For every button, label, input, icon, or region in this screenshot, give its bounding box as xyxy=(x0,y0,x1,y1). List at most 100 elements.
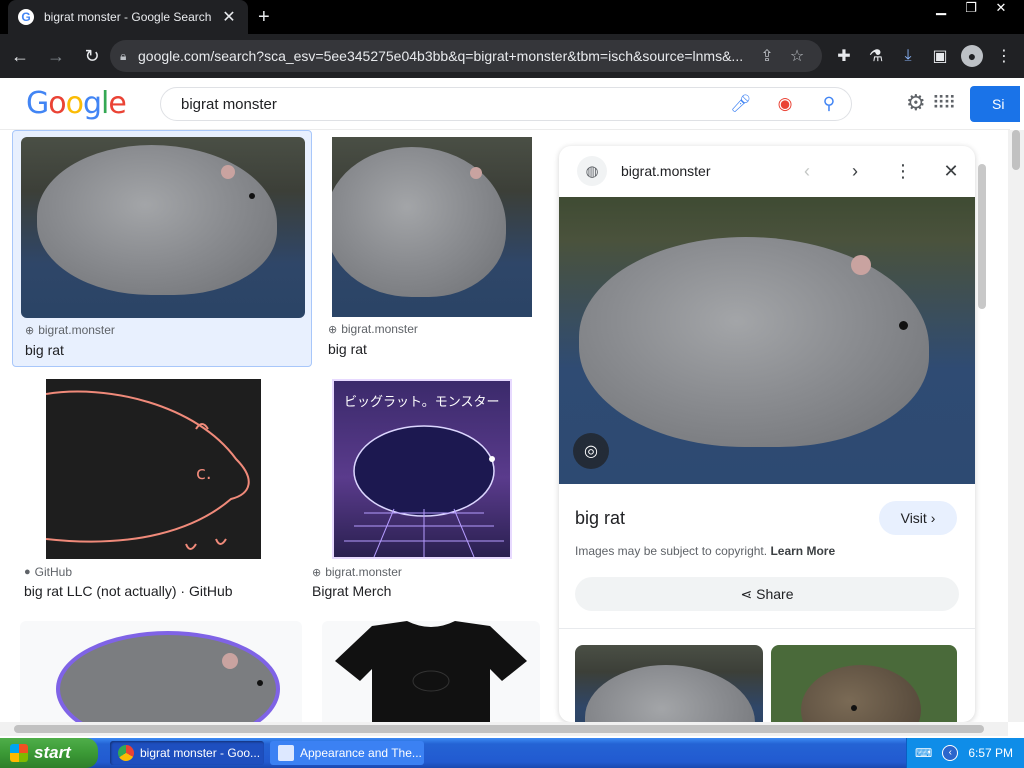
search-magnifier-icon[interactable]: ⚲ xyxy=(807,94,851,114)
result-thumbnail[interactable]: ビッグラット。モンスター xyxy=(332,379,512,559)
panel-scroll-thumb[interactable] xyxy=(978,164,986,309)
clock: 6:57 PM xyxy=(968,746,1014,760)
windows-taskbar: start bigrat monster - Goo... Appearance… xyxy=(0,738,1024,768)
close-window-icon[interactable]: ✕ xyxy=(986,0,1016,18)
google-logo-letter: e xyxy=(108,86,126,121)
image-result-card[interactable]: c. ● GitHub big rat LLC (not actually) ·… xyxy=(12,374,302,602)
google-favicon-icon: G xyxy=(18,9,34,25)
tray-arrow-icon[interactable]: ‹ xyxy=(942,745,959,761)
image-result-card[interactable] xyxy=(322,621,540,722)
panel-main-image[interactable]: ◎ xyxy=(559,197,975,484)
page-horizontal-scrollbar[interactable] xyxy=(0,722,1008,736)
reload-icon[interactable]: ↻ xyxy=(76,40,108,72)
horizontal-scroll-thumb[interactable] xyxy=(14,725,984,733)
extensions-icon[interactable]: ✚ xyxy=(828,40,860,72)
apps-grid-icon[interactable]: ⠿⠿ xyxy=(932,93,960,114)
settings-gear-icon[interactable]: ⚙ xyxy=(906,90,932,116)
start-button[interactable]: start xyxy=(0,738,98,768)
github-icon: ● xyxy=(24,566,31,578)
start-label: start xyxy=(34,743,71,762)
page-vertical-scrollbar[interactable] xyxy=(1008,130,1024,722)
google-logo[interactable]: Google xyxy=(26,86,127,121)
panel-header: ◍ bigrat.monster ‹ › ⋮ ✕ xyxy=(559,146,975,196)
previous-chevron-icon[interactable]: ‹ xyxy=(783,161,831,182)
result-thumbnail[interactable] xyxy=(21,137,305,318)
copyright-text: Images may be subject to copyright. xyxy=(575,544,768,558)
visit-button[interactable]: Visit › xyxy=(879,501,957,535)
result-thumbnail[interactable] xyxy=(332,137,532,317)
result-title[interactable]: big rat xyxy=(25,342,64,358)
labs-flask-icon[interactable]: ⚗ xyxy=(860,40,892,72)
panel-image-title[interactable]: big rat xyxy=(575,508,625,529)
result-source[interactable]: ● GitHub xyxy=(24,565,72,579)
google-logo-letter: o xyxy=(48,86,66,121)
lock-icon[interactable]: 🔒︎ xyxy=(120,49,138,64)
back-arrow-icon[interactable]: ← xyxy=(4,40,36,72)
menu-kebab-icon[interactable]: ⋮ xyxy=(988,40,1020,72)
forward-arrow-icon[interactable]: → xyxy=(40,40,72,72)
sign-in-button[interactable]: Si xyxy=(970,86,1020,122)
google-logo-letter: G xyxy=(26,86,49,121)
address-bar[interactable]: 🔒︎ google.com/search?sca_esv=5ee345275e0… xyxy=(110,40,822,72)
image-result-card[interactable]: ビッグラット。モンスター ⊕ bigrat.monster Bigrat Mer… xyxy=(306,374,542,602)
close-panel-icon[interactable]: ✕ xyxy=(927,161,975,182)
google-lens-icon[interactable]: ◉ xyxy=(763,94,807,114)
share-button[interactable]: ⋖ Share xyxy=(575,577,959,611)
related-image[interactable] xyxy=(575,645,763,722)
minimize-icon[interactable]: ▁ xyxy=(926,0,956,18)
brown-rat-shape xyxy=(801,665,921,722)
globe-icon: ⊕ xyxy=(328,323,338,336)
browser-toolbar: ← → ↻ 🔒︎ google.com/search?sca_esv=5ee34… xyxy=(0,34,1024,78)
share-page-icon[interactable]: ⇪ xyxy=(752,46,782,66)
result-source[interactable]: ⊕ bigrat.monster xyxy=(312,565,402,579)
visual-search-lens-icon[interactable]: ◎ xyxy=(573,433,609,469)
new-tab-button[interactable]: + xyxy=(258,6,270,28)
panel-scrollbar[interactable] xyxy=(975,150,989,720)
source-name: GitHub xyxy=(34,565,73,579)
window-controls: ▁ ❐ ✕ xyxy=(926,0,1016,18)
image-result-card[interactable]: ⊕ bigrat.monster big rat xyxy=(12,130,312,367)
side-panel-icon[interactable]: ▣ xyxy=(924,40,956,72)
image-result-card[interactable]: ⊕ bigrat.monster big rat xyxy=(318,130,542,367)
cartoon-rat-thumbnail[interactable] xyxy=(20,621,302,722)
download-icon[interactable]: ⤓ xyxy=(892,40,924,72)
globe-icon: ⊕ xyxy=(25,324,35,337)
rat-ear-shape xyxy=(851,255,871,275)
result-title[interactable]: big rat LLC (not actually) · GitHub xyxy=(24,583,233,599)
next-chevron-icon[interactable]: › xyxy=(831,161,879,182)
search-input[interactable] xyxy=(181,95,719,113)
url-text[interactable]: google.com/search?sca_esv=5ee345275e04b3… xyxy=(138,48,752,64)
rat-eye-shape xyxy=(851,705,857,711)
source-name: bigrat.monster xyxy=(341,322,418,336)
more-options-kebab-icon[interactable]: ⋮ xyxy=(879,161,927,182)
learn-more-link[interactable]: Learn More xyxy=(770,544,835,558)
panel-site-name[interactable]: bigrat.monster xyxy=(621,163,783,179)
taskbar-item-appearance[interactable]: Appearance and The... xyxy=(270,741,424,765)
toolbar-actions: ✚ ⚗ ⤓ ▣ ● ⋮ xyxy=(828,40,1020,72)
rat-outline-drawing: c. xyxy=(46,390,250,550)
tab-strip: G bigrat monster - Google Search ✕ + ▁ ❐… xyxy=(0,0,1024,34)
google-header: Google 🎤︎ ◉ ⚲ ⚙ ⠿⠿ Si xyxy=(0,78,1020,130)
result-source[interactable]: ⊕ bigrat.monster xyxy=(25,323,115,337)
taskbar-item-chrome[interactable]: bigrat monster - Goo... xyxy=(110,741,264,765)
profile-avatar-icon[interactable]: ● xyxy=(961,45,983,67)
related-image[interactable] xyxy=(771,645,957,722)
rat-eye-shape xyxy=(249,193,255,199)
keyboard-icon[interactable]: ⌨ xyxy=(915,746,932,760)
result-thumbnail[interactable]: c. xyxy=(46,379,261,559)
browser-tab-active[interactable]: G bigrat monster - Google Search ✕ xyxy=(8,0,248,34)
header-right: ⚙ ⠿⠿ xyxy=(906,90,960,116)
black-tshirt-thumbnail[interactable] xyxy=(322,621,540,722)
visit-label: Visit xyxy=(900,510,927,526)
result-title[interactable]: Bigrat Merch xyxy=(312,583,391,599)
tab-title: bigrat monster - Google Search xyxy=(44,10,212,24)
restore-icon[interactable]: ❐ xyxy=(956,0,986,18)
image-result-card[interactable] xyxy=(20,621,302,722)
result-source[interactable]: ⊕ bigrat.monster xyxy=(328,322,418,336)
page-scroll-thumb[interactable] xyxy=(1012,130,1020,170)
tab-close-icon[interactable]: ✕ xyxy=(220,7,238,27)
merch-rat-drawing xyxy=(344,425,504,557)
bookmark-star-icon[interactable]: ☆ xyxy=(782,46,812,66)
result-title[interactable]: big rat xyxy=(328,341,367,357)
voice-search-mic-icon[interactable]: 🎤︎ xyxy=(719,94,763,114)
